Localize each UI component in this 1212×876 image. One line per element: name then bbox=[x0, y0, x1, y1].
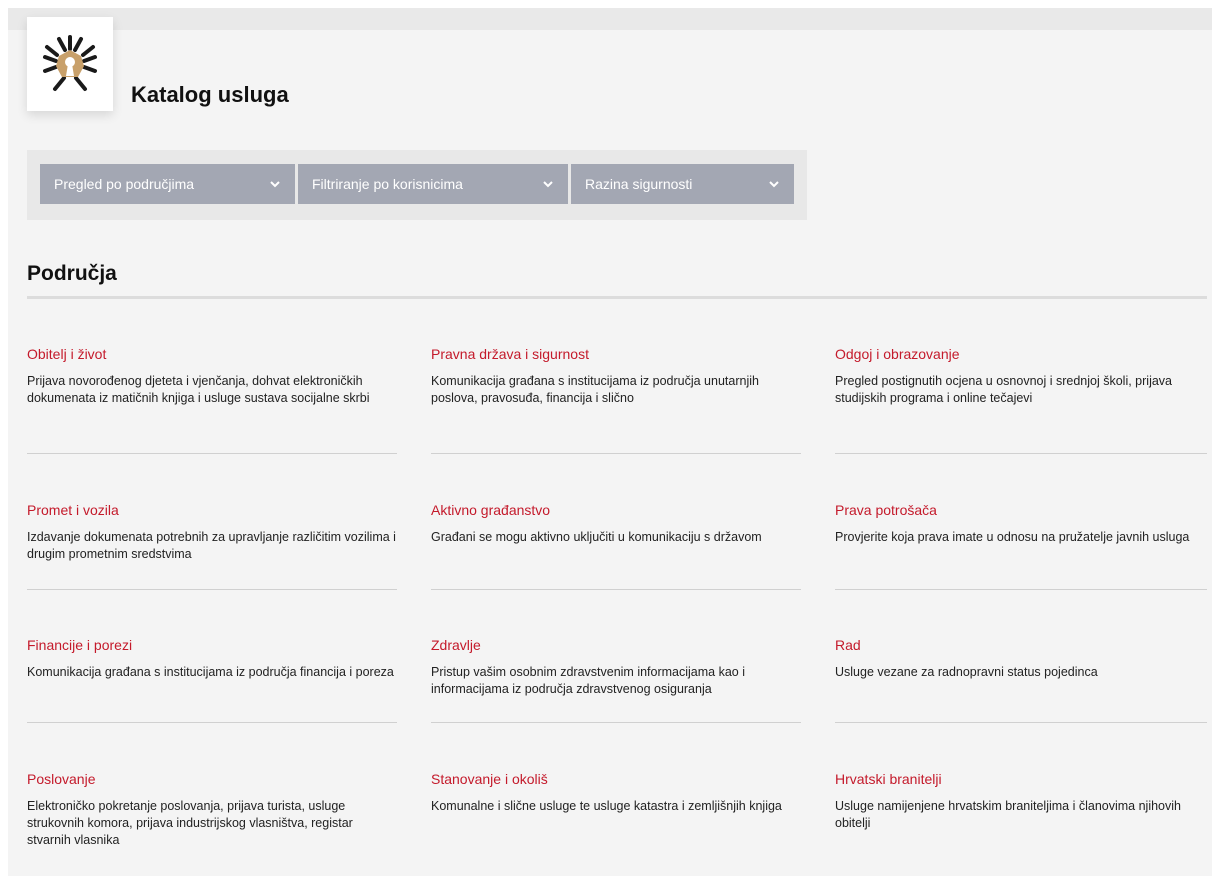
area-link[interactable]: Odgoj i obrazovanje bbox=[835, 345, 1207, 363]
area-card: Prava potrošača Provjerite koja prava im… bbox=[835, 501, 1207, 546]
filter-label: Razina sigurnosti bbox=[585, 176, 693, 192]
area-description: Komunalne i slične usluge te usluge kata… bbox=[431, 799, 782, 813]
page-title: Katalog usluga bbox=[131, 82, 289, 107]
card-divider bbox=[27, 722, 397, 723]
filter-label: Pregled po područjima bbox=[54, 176, 195, 192]
area-description: Usluge namijenjene hrvatskim braniteljim… bbox=[835, 799, 1181, 830]
area-link[interactable]: Financije i porezi bbox=[27, 636, 399, 654]
chevron-down-icon bbox=[543, 181, 553, 188]
area-link[interactable]: Prava potrošača bbox=[835, 501, 1207, 519]
card-divider bbox=[431, 453, 801, 454]
card-divider bbox=[835, 453, 1207, 454]
area-link[interactable]: Aktivno građanstvo bbox=[431, 501, 803, 519]
area-description: Građani se mogu aktivno uključiti u komu… bbox=[431, 530, 762, 544]
area-card: Odgoj i obrazovanje Pregled postignutih … bbox=[835, 345, 1207, 407]
browser-top-strip bbox=[8, 8, 1212, 30]
area-card: Pravna država i sigurnost Komunikacija g… bbox=[431, 345, 803, 407]
area-description: Pregled postignutih ocjena u osnovnoj i … bbox=[835, 374, 1173, 405]
area-link[interactable]: Rad bbox=[835, 636, 1207, 654]
area-card: Stanovanje i okoliš Komunalne i slične u… bbox=[431, 770, 803, 815]
card-divider bbox=[835, 589, 1207, 590]
area-description: Izdavanje dokumenata potrebnih za upravl… bbox=[27, 530, 396, 561]
chevron-down-icon bbox=[769, 181, 779, 188]
area-link[interactable]: Stanovanje i okoliš bbox=[431, 770, 803, 788]
area-card: Poslovanje Elektroničko pokretanje poslo… bbox=[27, 770, 399, 849]
area-link[interactable]: Zdravlje bbox=[431, 636, 803, 654]
card-divider bbox=[27, 453, 397, 454]
section-title: Područja bbox=[27, 262, 117, 285]
area-description: Komunikacija građana s institucijama iz … bbox=[431, 374, 759, 405]
area-link[interactable]: Pravna država i sigurnost bbox=[431, 345, 803, 363]
card-divider bbox=[835, 722, 1207, 723]
area-link[interactable]: Hrvatski branitelji bbox=[835, 770, 1207, 788]
area-link[interactable]: Obitelj i život bbox=[27, 345, 399, 363]
government-emblem-logo bbox=[43, 35, 97, 91]
site-logo[interactable] bbox=[27, 17, 113, 111]
area-description: Prijava novorođenog djeteta i vjenčanja,… bbox=[27, 374, 370, 405]
filter-areas-dropdown[interactable]: Pregled po područjima bbox=[40, 164, 295, 204]
filter-security-level-dropdown[interactable]: Razina sigurnosti bbox=[571, 164, 794, 204]
area-link[interactable]: Promet i vozila bbox=[27, 501, 399, 519]
area-card: Promet i vozila Izdavanje dokumenata pot… bbox=[27, 501, 399, 563]
area-card: Hrvatski branitelji Usluge namijenjene h… bbox=[835, 770, 1207, 832]
section-divider bbox=[27, 296, 1207, 299]
area-card: Zdravlje Pristup vašim osobnim zdravstve… bbox=[431, 636, 803, 698]
filter-users-dropdown[interactable]: Filtriranje po korisnicima bbox=[298, 164, 568, 204]
area-description: Pristup vašim osobnim zdravstvenim infor… bbox=[431, 665, 745, 696]
area-description: Usluge vezane za radnopravni status poje… bbox=[835, 665, 1098, 679]
area-description: Elektroničko pokretanje poslovanja, prij… bbox=[27, 799, 353, 847]
card-divider bbox=[431, 722, 801, 723]
filter-label: Filtriranje po korisnicima bbox=[312, 176, 463, 192]
chevron-down-icon bbox=[270, 181, 280, 188]
area-card: Rad Usluge vezane za radnopravni status … bbox=[835, 636, 1207, 681]
area-card: Obitelj i život Prijava novorođenog djet… bbox=[27, 345, 399, 407]
area-link[interactable]: Poslovanje bbox=[27, 770, 399, 788]
area-card: Financije i porezi Komunikacija građana … bbox=[27, 636, 399, 681]
card-divider bbox=[27, 589, 397, 590]
area-description: Provjerite koja prava imate u odnosu na … bbox=[835, 530, 1190, 544]
card-divider bbox=[431, 589, 801, 590]
area-card: Aktivno građanstvo Građani se mogu aktiv… bbox=[431, 501, 803, 546]
area-description: Komunikacija građana s institucijama iz … bbox=[27, 665, 394, 679]
